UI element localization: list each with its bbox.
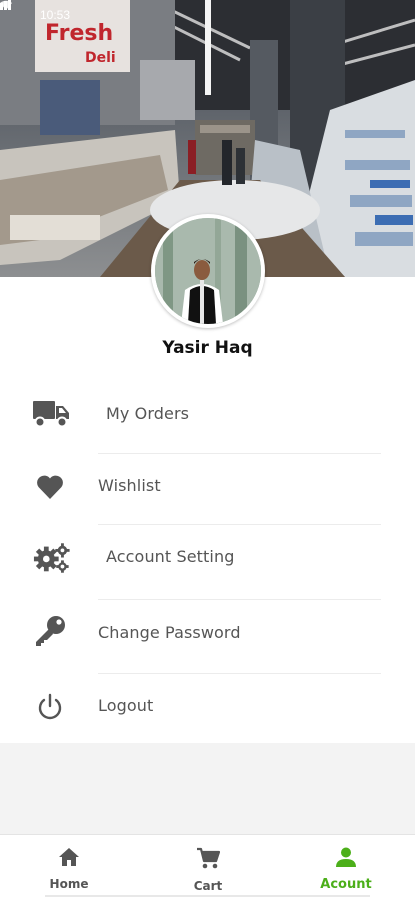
nav-home[interactable]: Home (19, 847, 119, 893)
person-icon (335, 847, 357, 871)
gesture-bar (45, 895, 370, 897)
menu-label-change-password: Change Password (98, 623, 241, 642)
power-icon (31, 692, 69, 722)
menu-label-wishlist: Wishlist (98, 476, 161, 495)
status-time: 10:53 (40, 8, 71, 22)
menu-item-account-setting[interactable]: Account Setting (0, 525, 415, 595)
menu-label-logout: Logout (98, 696, 154, 715)
nav-account[interactable]: Acount (296, 847, 396, 893)
nav-label-account: Acount (320, 877, 372, 892)
gears-icon (33, 543, 71, 573)
menu-item-wishlist[interactable]: Wishlist (0, 454, 415, 524)
home-icon (58, 847, 80, 871)
nav-label-cart: Cart (193, 879, 223, 893)
notification-icon (0, 0, 34, 20)
user-name: Yasir Haq (162, 338, 253, 358)
key-icon (31, 616, 69, 646)
menu-label-account-setting: Account Setting (106, 547, 235, 566)
bottom-navigation: Home Cart Acount (0, 834, 415, 900)
svg-text:Deli: Deli (85, 50, 116, 66)
heart-icon (31, 472, 69, 502)
menu-item-logout[interactable]: Logout (0, 674, 415, 744)
status-bar: 10:53 (0, 0, 415, 30)
nav-cart[interactable]: Cart (158, 847, 258, 893)
menu-item-my-orders[interactable]: My Orders (0, 376, 415, 446)
menu-item-change-password[interactable]: Change Password (0, 600, 415, 670)
avatar[interactable] (151, 214, 265, 328)
menu-label-my-orders: My Orders (106, 404, 190, 423)
cart-icon (196, 847, 221, 873)
nav-label-home: Home (49, 877, 89, 891)
truck-icon (32, 398, 70, 428)
